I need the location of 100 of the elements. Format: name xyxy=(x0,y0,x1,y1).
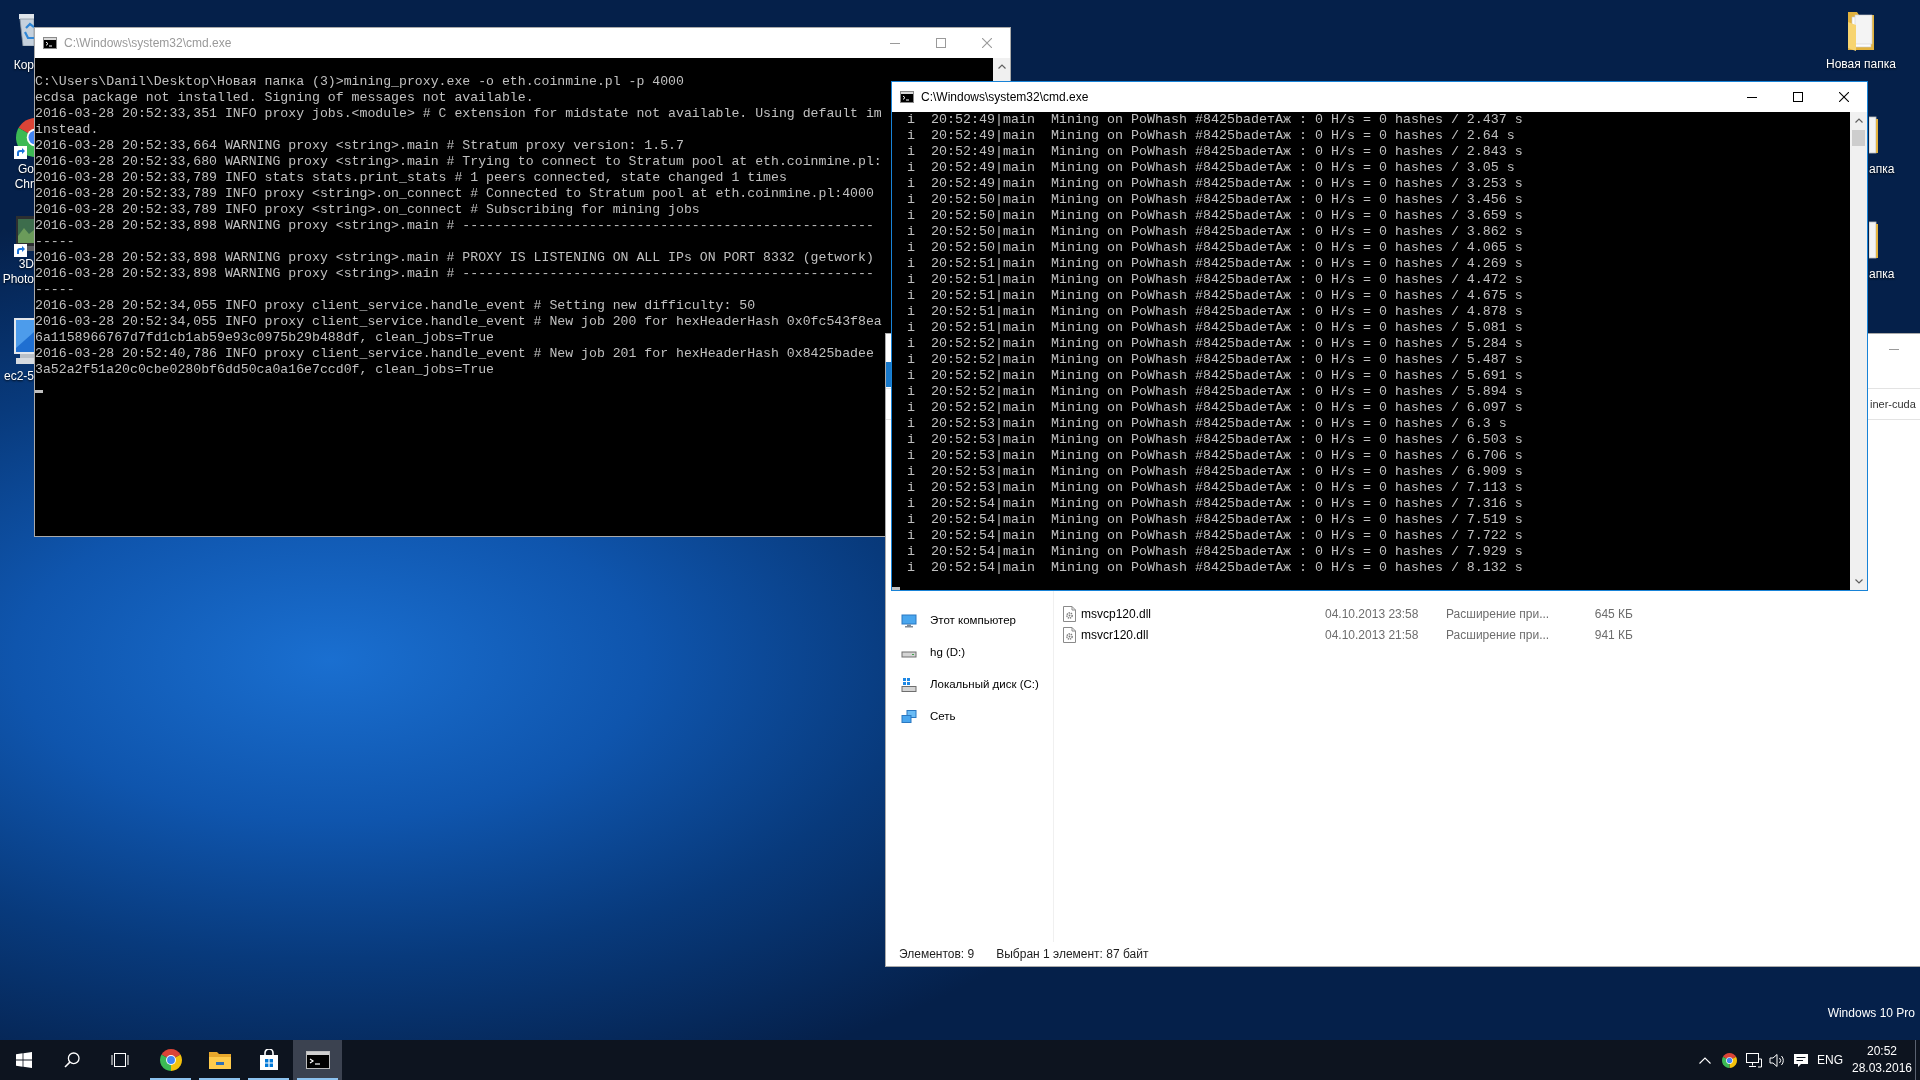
console-line: 2016-03-28 20:52:33,789 INFO proxy <string>.on_connect # Subscribing for mining jobs xyxy=(35,202,700,218)
chevron-up-icon xyxy=(997,64,1006,69)
nav-item[interactable]: Локальный диск (C:) xyxy=(886,674,1039,696)
console-app-icon xyxy=(900,91,914,103)
console-line: 2016-03-28 20:52:33,898 WARNING proxy <string>.main # PROXY IS LISTENING ON ALL IPs ON PORT 8332 (getwork) xyxy=(35,250,874,266)
console-line: i 20:52:54|main Mining on PoWhash #8425badeтAж : 0 H/s = 0 hashes / 7.929 s xyxy=(907,544,1523,560)
console-line: i 20:52:50|main Mining on PoWhash #8425badeтAж : 0 H/s = 0 hashes / 4.065 s xyxy=(907,240,1523,256)
nav-item[interactable]: Сеть xyxy=(886,706,956,728)
console-line: 2016-03-28 20:52:33,680 WARNING proxy <string>.main # Trying to connect to Stratum pool at eth.coinmine.pl: xyxy=(35,154,882,170)
console-line: instead. xyxy=(35,122,99,138)
desktop-icon-label[interactable]: Chr xyxy=(14,177,34,192)
close-icon xyxy=(1839,92,1849,102)
maximize-icon xyxy=(936,38,946,48)
file-size: 645 КБ xyxy=(1594,606,1633,621)
console-line: i 20:52:51|main Mining on PoWhash #8425badeтAж : 0 H/s = 0 hashes / 4.472 s xyxy=(907,272,1523,288)
console-line: 3a52a2f51a20c0cbe0280bf6dd50ca0a16e7ccd0f, clean_jobs=True xyxy=(35,362,494,378)
nav-item[interactable]: hg (D:) xyxy=(886,642,966,664)
file-name[interactable]: msvcr120.dll xyxy=(1081,625,1149,644)
desktop-icon-label[interactable]: 3D xyxy=(18,257,34,272)
desktop-icon-label[interactable]: Кор xyxy=(13,58,34,73)
chevron-up-icon xyxy=(1854,118,1863,123)
window-title: C:\Windows\system32\cmd.exe xyxy=(921,89,1089,106)
console-line: i 20:52:52|main Mining on PoWhash #8425badeтAж : 0 H/s = 0 hashes / 5.487 s xyxy=(907,352,1523,368)
desktop-icon-label[interactable]: Новая папка xyxy=(1826,57,1896,72)
desktop-icon-label[interactable]: апка xyxy=(1869,267,1895,282)
file-size: 941 КБ xyxy=(1594,627,1633,642)
console-line: 2016-03-28 20:52:34,055 INFO proxy client_service.handle_event # Setting new difficulty: 50 xyxy=(35,298,756,314)
windows-logo-icon xyxy=(16,1052,32,1068)
console-line: C:\Users\Danil\Desktop\Новая папка (3)>mining_proxy.exe -o eth.coinmine.pl -p 4000 xyxy=(35,74,684,90)
console-line: 2016-03-28 20:52:33,789 INFO proxy <string>.on_connect # Connected to Stratum pool at eth.coinmine.pl:4000 xyxy=(35,186,874,202)
console-line: 2016-03-28 20:52:34,055 INFO proxy client_service.handle_event # New job 200 for hexHeaderHash 0x0fc543f8ea xyxy=(35,314,882,330)
console-line: i 20:52:51|main Mining on PoWhash #8425badeтAж : 0 H/s = 0 hashes / 4.878 s xyxy=(907,304,1523,320)
console-line: i 20:52:53|main Mining on PoWhash #8425badeтAж : 0 H/s = 0 hashes / 6.909 s xyxy=(907,464,1523,480)
console-line: 2016-03-28 20:52:33,789 INFO stats stats.print_stats # 1 peers connected, state changed 1 times xyxy=(35,170,787,186)
folder-icon xyxy=(1847,10,1875,52)
selection-info: Выбран 1 элемент: 87 байт xyxy=(996,946,1149,963)
language-indicator[interactable]: ENG xyxy=(1817,1051,1843,1069)
desktop-icon-label[interactable]: Photo xyxy=(2,272,34,287)
console-line: 2016-03-28 20:52:33,898 WARNING proxy <string>.main # ---------------------------------------------------- xyxy=(35,218,874,234)
console-line: i 20:52:53|main Mining on PoWhash #8425badeтAж : 0 H/s = 0 hashes / 6.706 s xyxy=(907,448,1523,464)
file-gear-icon xyxy=(1063,626,1076,643)
minimize-icon xyxy=(1747,96,1757,98)
network-icon xyxy=(901,709,917,725)
console-app-icon xyxy=(43,37,57,49)
browser-icon[interactable] xyxy=(1721,1052,1737,1068)
console-line: i 20:52:53|main Mining on PoWhash #8425badeтAж : 0 H/s = 0 hashes / 6.3 s xyxy=(907,416,1507,432)
console-line: i 20:52:49|main Mining on PoWhash #8425badeтAж : 0 H/s = 0 hashes / 3.253 s xyxy=(907,176,1523,192)
clock-date[interactable]: 28.03.2016 xyxy=(1851,1060,1913,1077)
desktop-icon-label[interactable]: апка xyxy=(1869,162,1895,177)
maximize-icon xyxy=(1793,92,1803,102)
system-drive-icon xyxy=(901,677,917,693)
terminal-icon xyxy=(305,1051,330,1069)
address-field[interactable]: iner-cuda xyxy=(1869,389,1920,419)
nav-item[interactable]: Этот компьютер xyxy=(886,610,1016,632)
console-line: i 20:52:54|main Mining on PoWhash #8425badeтAж : 0 H/s = 0 hashes / 7.316 s xyxy=(907,496,1523,512)
console-line: 2016-03-28 20:52:33,898 WARNING proxy <string>.main # ---------------------------------------------------- xyxy=(35,266,874,282)
console-line: ecdsa package not installed. Signing of messages not available. xyxy=(35,90,534,106)
console-line: i 20:52:49|main Mining on PoWhash #8425badeтAж : 0 H/s = 0 hashes / 2.843 s xyxy=(907,144,1523,160)
console-line: i 20:52:52|main Mining on PoWhash #8425badeтAж : 0 H/s = 0 hashes / 6.097 s xyxy=(907,400,1523,416)
console-line: i 20:52:52|main Mining on PoWhash #8425badeтAж : 0 H/s = 0 hashes / 5.894 s xyxy=(907,384,1523,400)
console-line: i 20:52:49|main Mining on PoWhash #8425badeтAж : 0 H/s = 0 hashes / 2.64 s xyxy=(907,128,1515,144)
console-line: i 20:52:52|main Mining on PoWhash #8425badeтAж : 0 H/s = 0 hashes / 5.284 s xyxy=(907,336,1523,352)
file-date: 04.10.2013 23:58 xyxy=(1325,606,1419,621)
scrollbar-thumb[interactable] xyxy=(1852,130,1865,146)
console-line: i 20:52:53|main Mining on PoWhash #8425badeтAж : 0 H/s = 0 hashes / 7.113 s xyxy=(907,480,1523,496)
search-icon xyxy=(64,1052,80,1068)
computer-icon xyxy=(901,613,917,629)
console-line: i 20:52:49|main Mining on PoWhash #8425badeтAж : 0 H/s = 0 hashes / 2.437 s xyxy=(907,112,1523,128)
console-line: i 20:52:51|main Mining on PoWhash #8425badeтAж : 0 H/s = 0 hashes / 4.269 s xyxy=(907,256,1523,272)
task-view-icon xyxy=(111,1053,129,1067)
taskbar-app-button[interactable] xyxy=(293,1040,342,1080)
desktop-icon-label[interactable]: Go xyxy=(18,162,34,177)
chevron-up-icon[interactable] xyxy=(1699,1056,1711,1064)
file-name[interactable]: msvcp120.dll xyxy=(1081,604,1152,623)
message-icon[interactable] xyxy=(1793,1052,1809,1068)
minimize-icon xyxy=(890,42,900,44)
shopping-bag-icon xyxy=(258,1049,279,1071)
console-line: ----- xyxy=(35,234,75,250)
console-line: i 20:52:53|main Mining on PoWhash #8425badeтAж : 0 H/s = 0 hashes / 6.503 s xyxy=(907,432,1523,448)
browser-icon xyxy=(159,1049,182,1071)
window-title: C:\Windows\system32\cmd.exe xyxy=(64,35,232,52)
folder-icon xyxy=(207,1050,232,1070)
console-line: i 20:52:50|main Mining on PoWhash #8425badeтAж : 0 H/s = 0 hashes / 3.456 s xyxy=(907,192,1523,208)
file-type: Расширение при... xyxy=(1446,627,1550,642)
console-line: 6a1158966767d7fd1cb1ab59e93c0975b29b488df, clean_jobs=True xyxy=(35,330,494,346)
console-line: i 20:52:49|main Mining on PoWhash #8425badeтAж : 0 H/s = 0 hashes / 3.05 s xyxy=(907,160,1515,176)
file-gear-icon xyxy=(1063,605,1076,622)
item-count: Элементов: 9 xyxy=(899,946,975,963)
desktop-icon-label[interactable]: ec2-5 xyxy=(3,369,34,384)
console-line: i 20:52:50|main Mining on PoWhash #8425badeтAж : 0 H/s = 0 hashes / 3.862 s xyxy=(907,224,1523,240)
console-line: 2016-03-28 20:52:40,786 INFO proxy client_service.handle_event # New job 201 for hexHeaderHash 0x8425badee xyxy=(35,346,874,362)
console-line: 2016-03-28 20:52:33,664 WARNING proxy <string>.main # Stratum proxy version: 1.5.7 xyxy=(35,138,684,154)
file-type: Расширение при... xyxy=(1446,606,1550,621)
console-line: i 20:52:51|main Mining on PoWhash #8425badeтAж : 0 H/s = 0 hashes / 5.081 s xyxy=(907,320,1523,336)
clock-time[interactable]: 20:52 xyxy=(1867,1043,1897,1060)
console-line: 2016-03-28 20:52:33,351 INFO proxy jobs.<module> # C extension for midstate not available. Using default im xyxy=(35,106,882,122)
network-icon[interactable] xyxy=(1744,1052,1762,1068)
volume-icon[interactable] xyxy=(1768,1052,1786,1068)
file-date: 04.10.2013 21:58 xyxy=(1325,627,1419,642)
console-line: i 20:52:52|main Mining on PoWhash #8425badeтAж : 0 H/s = 0 hashes / 5.691 s xyxy=(907,368,1523,384)
